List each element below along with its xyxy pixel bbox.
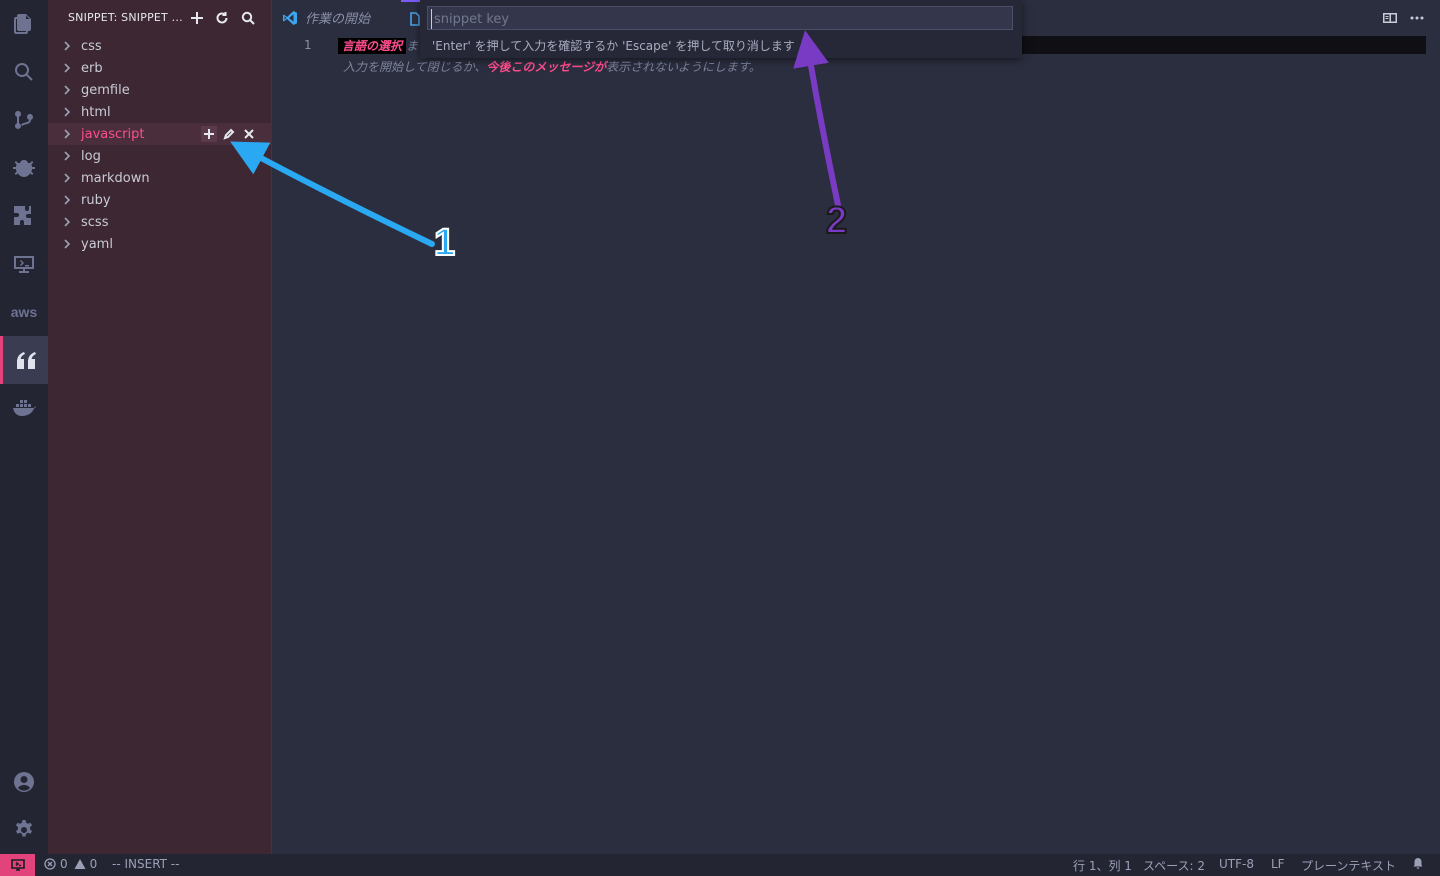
status-bar: 0 0 -- INSERT -- 行 1、列 1 スペース: 2 UTF-8 L… <box>0 854 1440 876</box>
error-count: 0 <box>60 857 68 871</box>
indentation[interactable]: スペース: 2 <box>1143 857 1205 874</box>
extensions-icon[interactable] <box>0 192 48 240</box>
encoding[interactable]: UTF-8 <box>1219 857 1254 871</box>
chevron-right-icon <box>62 40 74 52</box>
tree-item-label: erb <box>81 60 103 76</box>
tree-item-scss[interactable]: scss <box>48 211 272 233</box>
notifications-bell-icon[interactable] <box>1412 857 1428 869</box>
line-number: 1 <box>304 38 312 52</box>
search-icon[interactable] <box>0 48 48 96</box>
refresh-icon[interactable] <box>213 9 231 27</box>
chevron-right-icon <box>62 172 74 184</box>
annotation-arrow-1 <box>230 141 435 247</box>
split-editor-icon[interactable] <box>1382 10 1398 26</box>
chevron-right-icon <box>62 62 74 74</box>
warning-icon <box>74 859 86 869</box>
select-language-link[interactable]: 言語の選択 <box>338 38 407 54</box>
error-icon <box>44 858 56 870</box>
snippet-key-input[interactable] <box>431 9 996 29</box>
remote-explorer-icon[interactable] <box>0 240 48 288</box>
editor-hint-text: 入力を開始して閉じるか、 <box>343 60 487 74</box>
chevron-right-icon <box>62 106 74 118</box>
edit-icon[interactable] <box>221 126 237 142</box>
add-icon[interactable] <box>188 9 206 27</box>
chevron-right-icon <box>62 150 74 162</box>
snippets-icon[interactable] <box>0 336 48 384</box>
tab-welcome[interactable]: 作業の開始 <box>273 0 401 35</box>
account-icon[interactable] <box>0 758 48 806</box>
vim-mode: -- INSERT -- <box>112 857 180 871</box>
tree-item-markdown[interactable]: markdown <box>48 167 272 189</box>
debug-icon[interactable] <box>0 144 48 192</box>
chevron-right-icon <box>62 84 74 96</box>
sidebar-title: SNIPPET: SNIPPET ... <box>68 11 183 24</box>
current-line-highlight <box>1020 36 1426 54</box>
tree-item-label: markdown <box>81 170 150 186</box>
tree-item-log[interactable]: log <box>48 145 272 167</box>
docker-icon[interactable] <box>0 384 48 432</box>
annotation-label-2: 2 <box>825 199 848 243</box>
annotation-label-1: 1 <box>433 221 456 265</box>
activity-bar: aws <box>0 0 48 854</box>
settings-gear-icon[interactable] <box>0 806 48 854</box>
tree-item-gemfile[interactable]: gemfile <box>48 79 272 101</box>
vscode-icon <box>283 10 297 25</box>
chevron-right-icon <box>62 216 74 228</box>
editor-hint-line-1: 言語の選択ま <box>338 37 418 54</box>
remote-indicator-button[interactable] <box>0 854 35 876</box>
editor-hint-text: ま <box>406 39 419 53</box>
tree-item-label: html <box>81 104 111 120</box>
editor-hint-line-2: 入力を開始して閉じるか、今後このメッセージが表示されないようにします。 <box>343 58 761 75</box>
tree-item-label: javascript <box>81 126 145 142</box>
source-control-icon[interactable] <box>0 96 48 144</box>
close-icon[interactable] <box>241 126 257 142</box>
aws-icon[interactable]: aws <box>0 288 48 336</box>
tree-item-javascript[interactable]: javascript <box>48 123 272 145</box>
chevron-right-icon <box>62 128 74 140</box>
tree-item-html[interactable]: html <box>48 101 272 123</box>
snippet-sidebar: SNIPPET: SNIPPET ... css erb gemfile htm… <box>48 0 272 854</box>
chevron-right-icon <box>62 238 74 250</box>
end-of-line[interactable]: LF <box>1271 857 1285 871</box>
more-actions-icon[interactable] <box>1409 10 1425 26</box>
add-snippet-icon[interactable] <box>201 126 217 142</box>
tab-label: 作業の開始 <box>305 12 371 27</box>
tree-item-ruby[interactable]: ruby <box>48 189 272 211</box>
tree-item-label: css <box>81 38 102 54</box>
quick-input-widget: 'Enter' を押して入力を確認するか 'Escape' を押して取り消します <box>420 0 1022 58</box>
quick-input-box <box>427 6 1013 30</box>
tree-item-erb[interactable]: erb <box>48 57 272 79</box>
tree-item-label: yaml <box>81 236 113 252</box>
problems-indicator[interactable]: 0 0 <box>44 857 97 871</box>
chevron-right-icon <box>62 194 74 206</box>
language-mode[interactable]: プレーンテキスト <box>1301 857 1396 874</box>
warning-count: 0 <box>89 857 98 871</box>
quick-input-message: 'Enter' を押して入力を確認するか 'Escape' を押して取り消します <box>432 39 795 53</box>
dont-show-again-link[interactable]: 今後このメッセージが <box>486 60 606 74</box>
editor-hint-text: 表示されないようにします。 <box>606 60 761 74</box>
tree-item-label: scss <box>81 214 109 230</box>
search-icon[interactable] <box>239 9 257 27</box>
tree-item-css[interactable]: css <box>48 35 272 57</box>
tree-item-label: gemfile <box>81 82 130 98</box>
cursor-position[interactable]: 行 1、列 1 <box>1073 857 1132 874</box>
tree-item-yaml[interactable]: yaml <box>48 233 272 255</box>
tree-item-label: log <box>81 148 101 164</box>
explorer-icon[interactable] <box>0 0 48 48</box>
remote-icon <box>10 859 25 871</box>
annotation-arrow-2 <box>793 30 841 208</box>
tree-item-label: ruby <box>81 192 111 208</box>
